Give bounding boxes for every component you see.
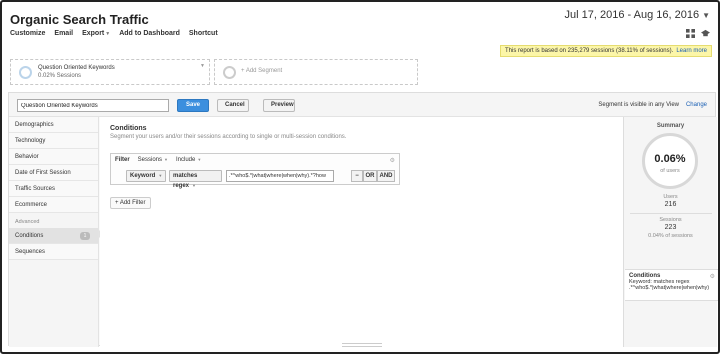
- condition-count-badge: 1: [80, 232, 90, 240]
- segment-name: Question Oriented Keywords: [38, 65, 115, 71]
- sidebar-item-label: Conditions: [15, 233, 44, 239]
- sidebar-item-date-of-first-session[interactable]: Date of First Session: [9, 165, 98, 181]
- summary-title: Summary: [656, 123, 685, 129]
- scope-dropdown[interactable]: Sessions ▼: [138, 157, 168, 163]
- learn-more-link[interactable]: Learn more: [676, 48, 707, 54]
- segment-bar: Question Oriented Keywords 0.02% Session…: [10, 59, 418, 85]
- sessions-label: Sessions: [659, 217, 682, 223]
- segment-name-input[interactable]: [17, 99, 169, 112]
- advanced-heading: Advanced: [15, 219, 40, 225]
- summary-conditions-line: .*^who$.*|what|where|when|why): [629, 285, 710, 291]
- summary-ring: 0.06% of users: [642, 133, 698, 189]
- report-toolbar: Customize Email Export▼ Add to Dashboard…: [10, 30, 218, 37]
- editor-header: Save Cancel Preview Segment is visible i…: [9, 93, 715, 117]
- chevron-down-icon: ▼: [158, 173, 163, 178]
- include-dropdown[interactable]: Include ▼: [176, 157, 201, 163]
- filter-label: Filter: [115, 157, 130, 163]
- gear-icon[interactable]: ⚙: [390, 157, 395, 164]
- summary-conditions: Conditions Keyword: matches regex .*^who…: [625, 269, 718, 301]
- conditions-panel: Conditions Segment your users and/or the…: [100, 117, 623, 347]
- page-title: Organic Search Traffic: [10, 12, 149, 27]
- regex-value-input[interactable]: .*^who$.*|what|where|when|why).*?how: [226, 170, 334, 182]
- scope-value: Sessions: [137, 157, 163, 163]
- chevron-down-icon[interactable]: ▼: [200, 63, 205, 69]
- grid-icon[interactable]: [686, 29, 695, 38]
- segment-circle-icon: [223, 66, 236, 79]
- add-to-dashboard-button[interactable]: Add to Dashboard: [119, 30, 180, 37]
- conditions-title: Conditions: [110, 125, 147, 132]
- dimension-value: Keyword: [130, 173, 156, 179]
- graduation-cap-icon[interactable]: [701, 29, 710, 38]
- resize-handle[interactable]: [342, 343, 382, 347]
- summary-panel: Summary 0.06% of users Users 216 Session…: [623, 117, 718, 347]
- filter-group: Filter Sessions ▼ Include ▼ ⚙ Keyword ▼ mat…: [110, 153, 400, 189]
- gear-icon[interactable]: ⚙: [710, 273, 715, 280]
- add-filter-button[interactable]: + Add Filter: [110, 197, 151, 209]
- chevron-down-icon: ▼: [702, 11, 710, 20]
- sidebar-item-ecommerce[interactable]: Ecommerce: [9, 197, 98, 213]
- chevron-down-icon: ▼: [197, 157, 202, 162]
- visibility-text: Segment is visible in any View: [598, 102, 679, 108]
- sidebar-item-traffic-sources[interactable]: Traffic Sources: [9, 181, 98, 197]
- active-segment[interactable]: Question Oriented Keywords 0.02% Session…: [10, 59, 210, 85]
- summary-percent-label: of users: [660, 168, 680, 174]
- users-label: Users: [663, 194, 678, 200]
- segment-share: 0.02% Sessions: [38, 73, 82, 79]
- segment-editor: Save Cancel Preview Segment is visible i…: [8, 92, 718, 347]
- notice-text: This report is based on 235,279 sessions…: [504, 48, 674, 54]
- sampling-notice: This report is based on 235,279 sessions…: [499, 45, 712, 57]
- export-button[interactable]: Export▼: [82, 30, 110, 37]
- include-value: Include: [176, 157, 196, 163]
- app-window: Organic Search Traffic Jul 17, 2016 - Au…: [0, 0, 720, 354]
- chevron-down-icon: ▼: [164, 157, 168, 162]
- export-label: Export: [82, 30, 105, 37]
- and-button[interactable]: AND: [377, 170, 395, 182]
- sessions-value: 223: [664, 224, 677, 231]
- segment-circle-icon: [19, 66, 32, 79]
- users-value: 216: [664, 201, 677, 208]
- cancel-button[interactable]: Cancel: [217, 99, 249, 112]
- sidebar-item-behavior[interactable]: Behavior: [9, 149, 98, 165]
- customize-button[interactable]: Customize: [10, 30, 45, 37]
- sidebar-item-demographics[interactable]: Demographics: [9, 117, 98, 133]
- add-segment-slot[interactable]: + Add Segment: [214, 59, 418, 85]
- toolbar-icons: [686, 29, 710, 38]
- summary-percent: 0.06%: [654, 153, 686, 165]
- sidebar-item-technology[interactable]: Technology: [9, 133, 98, 149]
- segment-sidebar: Demographics Technology Behavior Date of…: [9, 117, 99, 347]
- sessions-percent: 0.04% of sessions: [648, 233, 693, 239]
- change-link[interactable]: Change: [686, 102, 707, 108]
- filter-header: Filter Sessions ▼ Include ▼: [115, 157, 201, 163]
- chevron-down-icon: ▼: [192, 183, 196, 188]
- save-button[interactable]: Save: [177, 99, 209, 112]
- email-button[interactable]: Email: [54, 30, 73, 37]
- shortcut-button[interactable]: Shortcut: [189, 30, 218, 37]
- remove-condition-button[interactable]: −: [351, 170, 363, 182]
- add-segment-label: + Add Segment: [241, 68, 283, 74]
- conditions-subtitle: Segment your users and/or their sessions…: [110, 134, 347, 140]
- or-button[interactable]: OR: [363, 170, 377, 182]
- date-range-label: Jul 17, 2016 - Aug 16, 2016: [564, 9, 700, 21]
- dimension-dropdown[interactable]: Keyword ▼: [126, 170, 166, 182]
- chevron-down-icon: ▼: [105, 31, 111, 37]
- preview-button[interactable]: Preview: [263, 99, 295, 112]
- sidebar-item-conditions[interactable]: Conditions 1: [9, 228, 98, 244]
- operator-dropdown[interactable]: matches regex ▼: [169, 170, 222, 189]
- date-range-picker[interactable]: Jul 17, 2016 - Aug 16, 2016 ▼: [565, 9, 710, 21]
- sidebar-item-sequences[interactable]: Sequences: [9, 244, 98, 260]
- summary-divider: [630, 213, 712, 214]
